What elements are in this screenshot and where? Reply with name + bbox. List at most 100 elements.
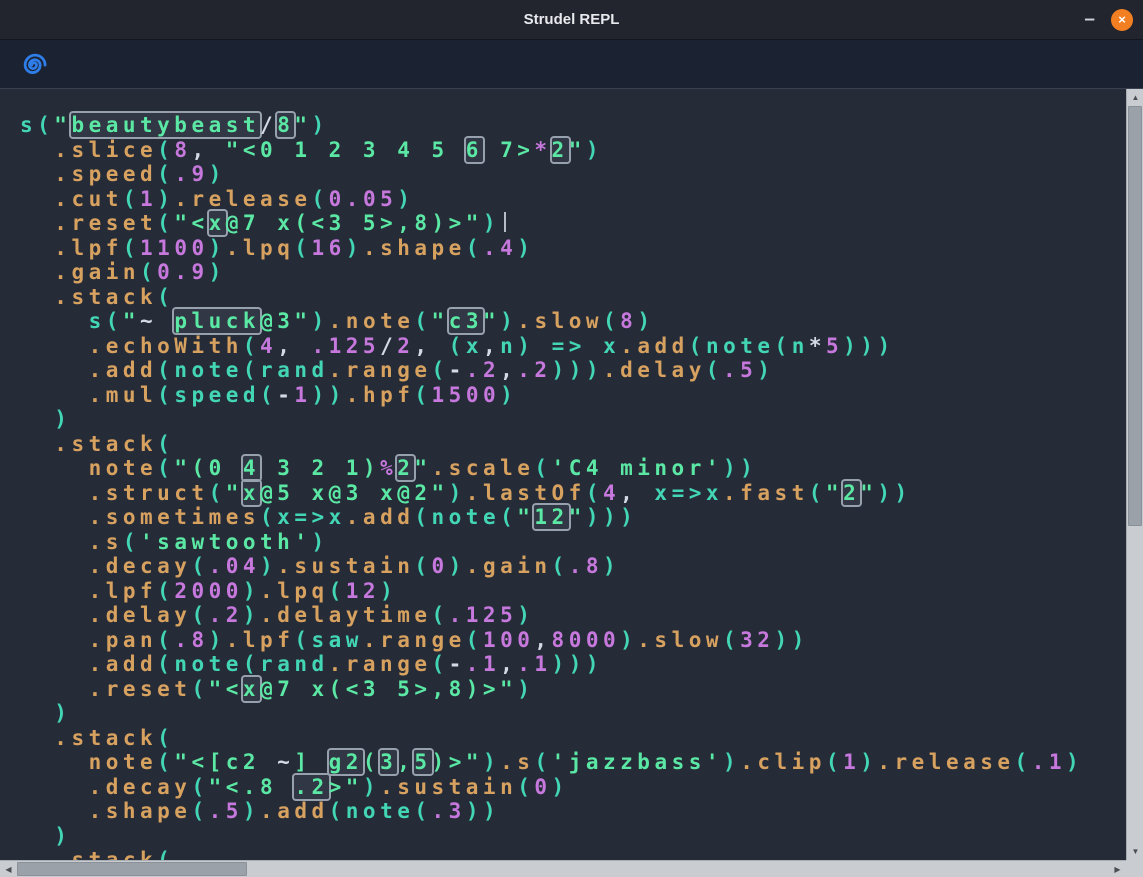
code-token: .1: [466, 652, 500, 676]
code-token: (: [414, 554, 431, 578]
code-token: (: [243, 358, 260, 382]
code-token: .decay: [89, 554, 192, 578]
code-token: (: [363, 750, 380, 774]
code-token: .note: [329, 309, 415, 333]
code-token: 1100: [140, 236, 209, 260]
code-token: =>: [294, 505, 328, 529]
code-token: [20, 848, 54, 860]
code-token: (: [431, 358, 448, 382]
code-token: (: [294, 628, 311, 652]
highlighted-token: 12: [534, 505, 568, 529]
code-token: 12: [346, 579, 380, 603]
code-token: (: [157, 848, 174, 860]
horizontal-scrollbar-thumb[interactable]: [17, 862, 247, 876]
code-token: note: [89, 456, 158, 480]
highlighted-token: 2: [397, 456, 414, 480]
horizontal-scrollbar[interactable]: ◀ ▶: [0, 860, 1126, 877]
code-line: ): [20, 701, 1126, 726]
code-token: ,: [397, 750, 414, 774]
code-token: ): [54, 824, 71, 848]
code-token: .2: [466, 358, 500, 382]
code-token: .3: [432, 799, 466, 823]
code-token: (: [123, 187, 140, 211]
code-token: 4: [260, 334, 277, 358]
window-title: Strudel REPL: [524, 11, 620, 28]
code-token: .1: [1032, 750, 1066, 774]
code-line: .stack(: [20, 726, 1126, 751]
code-token: >": [329, 775, 363, 799]
code-token: (: [260, 505, 277, 529]
highlighted-token: x: [209, 211, 226, 235]
code-token: .pan: [89, 628, 158, 652]
code-token: ,: [191, 138, 225, 162]
code-token: )): [877, 481, 911, 505]
title-bar[interactable]: Strudel REPL – ×: [0, 0, 1143, 40]
code-token: ): [312, 113, 329, 137]
code-token: .lastOf: [466, 481, 586, 505]
scroll-up-button[interactable]: ▲: [1127, 89, 1143, 106]
minimize-button[interactable]: –: [1084, 14, 1095, 26]
code-token: .125: [311, 334, 380, 358]
code-token: ": [826, 481, 843, 505]
close-button[interactable]: ×: [1111, 9, 1133, 31]
code-token: .lpf: [54, 236, 123, 260]
code-token: (: [243, 334, 260, 358]
vertical-scrollbar[interactable]: ▲ ▼: [1126, 89, 1143, 860]
code-token: ): [586, 138, 603, 162]
code-token: note: [346, 799, 415, 823]
code-token: (: [466, 236, 483, 260]
code-token: .sometimes: [89, 505, 260, 529]
code-token: (: [414, 505, 431, 529]
code-token: (: [157, 432, 174, 456]
code-token: *: [534, 138, 551, 162]
code-line: .stack(: [20, 432, 1126, 457]
code-line: .add(note(rand.range(-.2,.2))).delay(.5): [20, 358, 1126, 383]
code-token: 2: [397, 334, 414, 358]
code-token: "<[c2: [174, 750, 277, 774]
code-token: .add: [620, 334, 689, 358]
scroll-down-button[interactable]: ▼: [1127, 843, 1143, 860]
scroll-left-button[interactable]: ◀: [0, 861, 17, 877]
code-token: (: [449, 334, 466, 358]
code-token: .release: [174, 187, 311, 211]
code-token: (: [191, 775, 208, 799]
highlighted-token: 8: [277, 113, 294, 137]
code-token: 7>: [483, 138, 534, 162]
code-line: .decay(.04).sustain(0).gain(.8): [20, 554, 1126, 579]
code-token: [20, 236, 54, 260]
code-token: x: [654, 481, 671, 505]
code-token: (: [603, 309, 620, 333]
code-token: [20, 138, 54, 162]
code-token: (: [260, 383, 277, 407]
code-token: ))): [552, 358, 603, 382]
scroll-right-button[interactable]: ▶: [1109, 861, 1126, 877]
code-token: ,: [534, 628, 551, 652]
code-token: .delay: [89, 603, 192, 627]
code-token: .shape: [89, 799, 192, 823]
code-token: .delay: [603, 358, 706, 382]
code-token: ): [54, 407, 71, 431]
code-token: ": [414, 456, 431, 480]
code-token: [20, 775, 89, 799]
code-line: ): [20, 407, 1126, 432]
code-token: [20, 726, 54, 750]
code-token: ): [260, 554, 277, 578]
code-area[interactable]: s("beautybeast/8") .slice(8, "<0 1 2 3 4…: [0, 89, 1126, 860]
code-token: ": [432, 309, 449, 333]
code-token: 1500: [432, 383, 501, 407]
highlighted-token: 5: [414, 750, 431, 774]
code-token: ": [54, 113, 71, 137]
code-token: ): [483, 211, 500, 235]
code-token: ): [209, 628, 226, 652]
code-token: ": [569, 505, 586, 529]
code-token: [20, 554, 89, 578]
code-token: note: [432, 505, 501, 529]
code-token: ,: [500, 652, 517, 676]
vertical-scrollbar-thumb[interactable]: [1128, 106, 1142, 526]
code-token: (: [140, 260, 157, 284]
code-token: x: [466, 334, 483, 358]
code-token: ): [346, 236, 363, 260]
code-token: -: [449, 358, 466, 382]
code-token: ): [209, 236, 226, 260]
code-token: (: [706, 358, 723, 382]
